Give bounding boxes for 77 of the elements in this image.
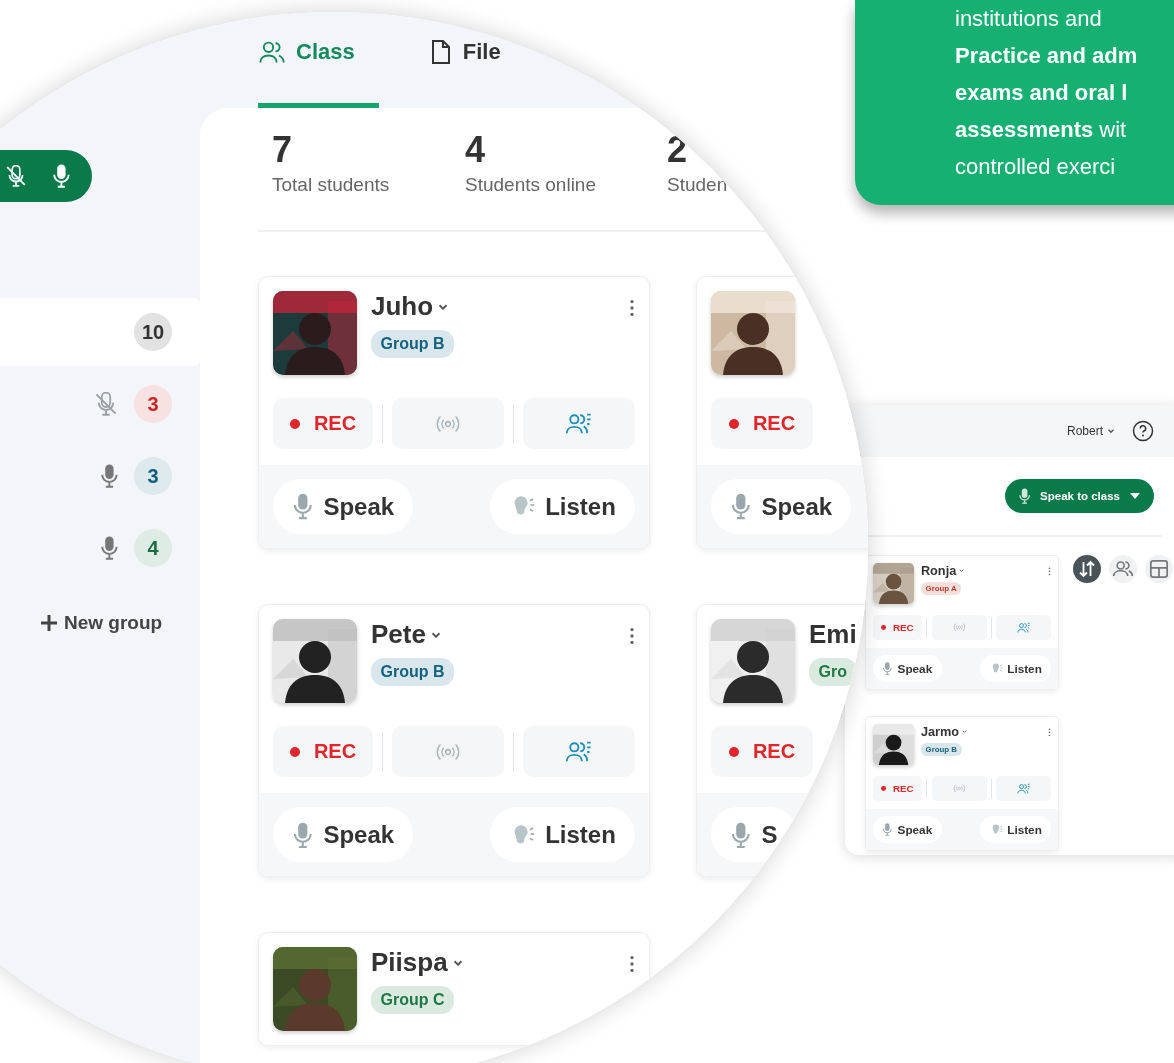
info-text: Practice and adm: [955, 42, 1139, 70]
mic-toggle[interactable]: [0, 150, 92, 202]
group-row[interactable]: 3: [0, 440, 200, 512]
group-row[interactable]: 10: [0, 298, 200, 366]
sort-icon[interactable]: [1073, 555, 1102, 583]
listen-button[interactable]: Listen: [980, 654, 1052, 682]
caret-icon: [960, 727, 968, 735]
stat-label: Studen: [667, 174, 728, 196]
mic-icon: [882, 822, 893, 836]
speak-button[interactable]: Speak: [273, 479, 414, 535]
people-speaking-icon: [1016, 781, 1031, 796]
record-button[interactable]: REC: [273, 398, 373, 449]
info-text: assessments wit: [955, 116, 1128, 144]
info-text: exams and oral l: [955, 79, 1129, 107]
people-icon[interactable]: [1109, 555, 1138, 583]
stat-value: 4: [465, 132, 487, 168]
mic-icon: [882, 662, 893, 675]
group-tag: Group B: [371, 658, 455, 686]
listen-button[interactable]: Listen: [489, 479, 635, 535]
speak-button[interactable]: Speak: [711, 479, 852, 535]
group-button[interactable]: [523, 726, 635, 778]
more-icon[interactable]: [1048, 566, 1052, 576]
group-tag: Group C: [371, 986, 455, 1014]
count-badge: 3: [134, 385, 172, 423]
mic-icon: [292, 493, 314, 520]
mic-off-icon: [94, 392, 118, 416]
student-name[interactable]: Jarmo: [920, 723, 960, 739]
mic-icon: [53, 164, 70, 188]
count-badge: 10: [134, 313, 172, 351]
speak-button[interactable]: Speak: [273, 807, 414, 863]
info-text: institutions and: [955, 5, 1103, 33]
listen-button[interactable]: Listen: [489, 807, 635, 863]
group-tag: Group B: [371, 330, 455, 358]
count-badge: 4: [134, 529, 172, 567]
record-button[interactable]: REC: [711, 726, 813, 778]
info-text: controlled exerci: [955, 153, 1117, 181]
count-badge: 3: [134, 457, 172, 495]
mic-icon: [101, 464, 118, 488]
mic-icon: [730, 493, 752, 520]
mic-off-icon: [5, 165, 28, 187]
stat-label: Students online: [465, 174, 597, 196]
mic-icon: [292, 821, 314, 848]
group-row[interactable]: 3: [0, 368, 200, 440]
people-speaking-icon: [1016, 620, 1031, 635]
group-row[interactable]: 4: [0, 512, 200, 584]
record-button[interactable]: REC: [872, 776, 922, 802]
more-icon[interactable]: [629, 299, 635, 317]
stat-label: Total students: [272, 174, 391, 196]
help-icon[interactable]: [1132, 420, 1154, 442]
user-menu[interactable]: Robert: [1066, 424, 1116, 438]
new-group-button[interactable]: New group: [40, 612, 163, 634]
mic-icon: [730, 821, 752, 848]
more-icon[interactable]: [1048, 727, 1052, 737]
group-tag: Gro: [809, 658, 857, 686]
mic-icon: [101, 536, 118, 560]
student-name[interactable]: Ronja: [920, 562, 957, 578]
tab[interactable]: File: [428, 12, 507, 108]
grid-icon[interactable]: [1145, 555, 1174, 583]
more-icon[interactable]: [629, 955, 635, 974]
record-button[interactable]: REC: [273, 726, 373, 778]
dropdown-icon: [1130, 492, 1140, 500]
record-button[interactable]: REC: [872, 615, 922, 641]
broadcast-icon: [952, 782, 966, 795]
plus-icon: [40, 614, 58, 632]
student-name[interactable]: Juho: [371, 291, 434, 322]
stat-value: 7: [272, 132, 294, 168]
student-name[interactable]: Emi: [809, 619, 857, 651]
speak-button[interactable]: Speak: [872, 654, 942, 682]
caret-icon: [957, 566, 965, 574]
more-icon[interactable]: [629, 627, 635, 646]
record-button[interactable]: REC: [711, 398, 813, 449]
listen-button[interactable]: Listen: [980, 815, 1052, 843]
mic-icon: [1018, 488, 1031, 504]
student-name[interactable]: Piispa: [371, 947, 448, 979]
student-name[interactable]: Pete: [371, 619, 426, 651]
speak-button[interactable]: Speak: [872, 815, 942, 843]
speak-to-class-button[interactable]: Speak to class: [1004, 479, 1154, 513]
